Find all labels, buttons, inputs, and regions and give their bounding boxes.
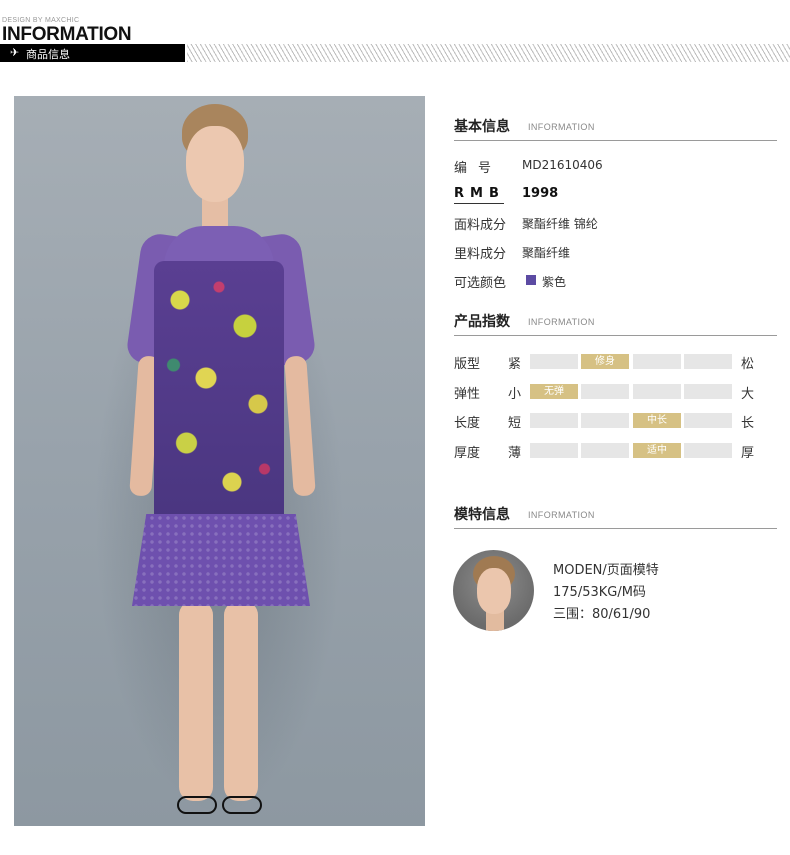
index-scale-cell: 修身	[581, 354, 629, 369]
model-avatar	[453, 550, 534, 631]
index-row-max: 厚	[741, 446, 755, 461]
index-scale-cell	[581, 443, 629, 458]
index-row: 长度 短 中长 长	[454, 412, 784, 431]
code-value: MD21610406	[522, 158, 603, 172]
index-scale-cell	[684, 443, 732, 458]
index-scale-cell: 适中	[633, 443, 681, 458]
fabric-value: 聚酯纤维 锦纶	[522, 217, 598, 231]
model-info-subtitle: INFORMATION	[528, 510, 595, 520]
dress-lace-hem	[132, 514, 310, 606]
model-name: MODEN/页面模特	[553, 563, 659, 578]
index-row-min: 紧	[508, 357, 522, 372]
color-swatch	[526, 275, 536, 285]
product-photo	[14, 96, 425, 826]
index-row-max: 松	[741, 357, 755, 372]
index-row: 弹性 小无弹 大	[454, 383, 784, 402]
lining-label: 里料成分	[454, 247, 507, 262]
plane-icon: ✈	[10, 46, 20, 59]
model-shoe-right	[222, 796, 262, 814]
basic-info-divider	[454, 140, 777, 141]
index-scale-cell	[530, 354, 578, 369]
index-scale-cell	[530, 443, 578, 458]
basic-info-title: 基本信息	[454, 119, 510, 135]
index-scale-cell	[684, 354, 732, 369]
index-scale-cell	[633, 354, 681, 369]
price-label-underline	[454, 203, 504, 204]
index-scale-cell	[530, 413, 578, 428]
section-header-bar: ✈ 商品信息	[0, 44, 185, 62]
page-title: INFORMATION	[2, 24, 132, 45]
index-scale-cell	[684, 413, 732, 428]
index-row: 版型 紧 修身 松	[454, 353, 784, 372]
index-row-label: 版型	[454, 357, 481, 372]
avatar-face	[477, 568, 511, 614]
index-row-max: 大	[741, 387, 755, 402]
index-row: 厚度 薄 适中 厚	[454, 442, 784, 461]
header-stripe-decoration	[187, 44, 790, 62]
code-label: 编号	[454, 161, 503, 176]
price-value: 1998	[522, 186, 559, 201]
index-scale-cell	[581, 413, 629, 428]
model-shoe-left	[177, 796, 217, 814]
model-size: 175/53KG/M码	[553, 585, 646, 600]
index-row-max: 长	[741, 416, 755, 431]
index-scale-cell: 无弹	[530, 384, 578, 399]
model-measurements: 三围：80/61/90	[553, 607, 651, 622]
index-row-min: 小	[508, 387, 522, 402]
index-row-min: 薄	[508, 446, 522, 461]
product-index-title: 产品指数	[454, 314, 510, 330]
basic-info-subtitle: INFORMATION	[528, 122, 595, 132]
color-value: 紫色	[542, 275, 567, 289]
color-label: 可选颜色	[454, 276, 507, 291]
fabric-label: 面料成分	[454, 218, 507, 233]
model-leg-left	[179, 601, 213, 801]
index-row-min: 短	[508, 416, 522, 431]
section-header-label: 商品信息	[26, 48, 70, 61]
price-label: RMB	[454, 186, 505, 201]
dress-floral-print	[154, 261, 284, 521]
index-scale-cell	[581, 384, 629, 399]
lining-value: 聚酯纤维	[522, 246, 571, 260]
product-index-divider	[454, 335, 777, 336]
model-face	[186, 126, 244, 202]
model-leg-right	[224, 601, 258, 801]
index-row-label: 弹性	[454, 387, 481, 402]
index-scale-cell	[684, 384, 732, 399]
index-row-label: 厚度	[454, 446, 481, 461]
index-row-label: 长度	[454, 416, 481, 431]
model-info-divider	[454, 528, 777, 529]
index-scale-cell	[633, 384, 681, 399]
index-scale-cell: 中长	[633, 413, 681, 428]
model-info-title: 模特信息	[454, 507, 510, 523]
product-index-subtitle: INFORMATION	[528, 317, 595, 327]
brand-tagline: DESIGN BY MAXCHIC	[2, 17, 80, 24]
